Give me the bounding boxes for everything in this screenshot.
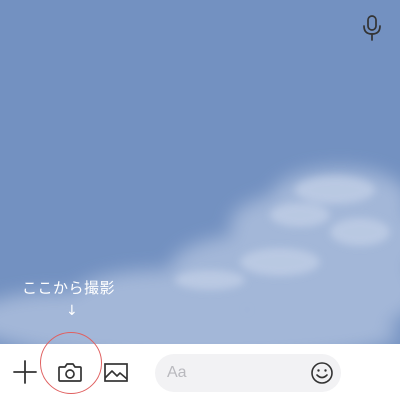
- message-input[interactable]: [167, 354, 297, 392]
- image-button[interactable]: [102, 344, 130, 400]
- emoji-button[interactable]: [309, 360, 335, 386]
- message-box[interactable]: [155, 354, 341, 392]
- microphone-button[interactable]: [358, 0, 386, 56]
- plus-icon: [13, 360, 37, 384]
- camera-icon: [58, 363, 82, 382]
- hint-label: ここから撮影: [22, 279, 116, 297]
- add-button[interactable]: [10, 344, 40, 400]
- microphone-icon: [363, 15, 381, 41]
- chat-screen: ここから撮影 ↓: [0, 0, 400, 400]
- hint-arrow: ↓: [66, 303, 78, 319]
- smiley-icon: [311, 362, 333, 384]
- chat-background: ここから撮影 ↓: [0, 0, 400, 344]
- image-icon: [104, 363, 128, 382]
- camera-button[interactable]: [54, 344, 86, 400]
